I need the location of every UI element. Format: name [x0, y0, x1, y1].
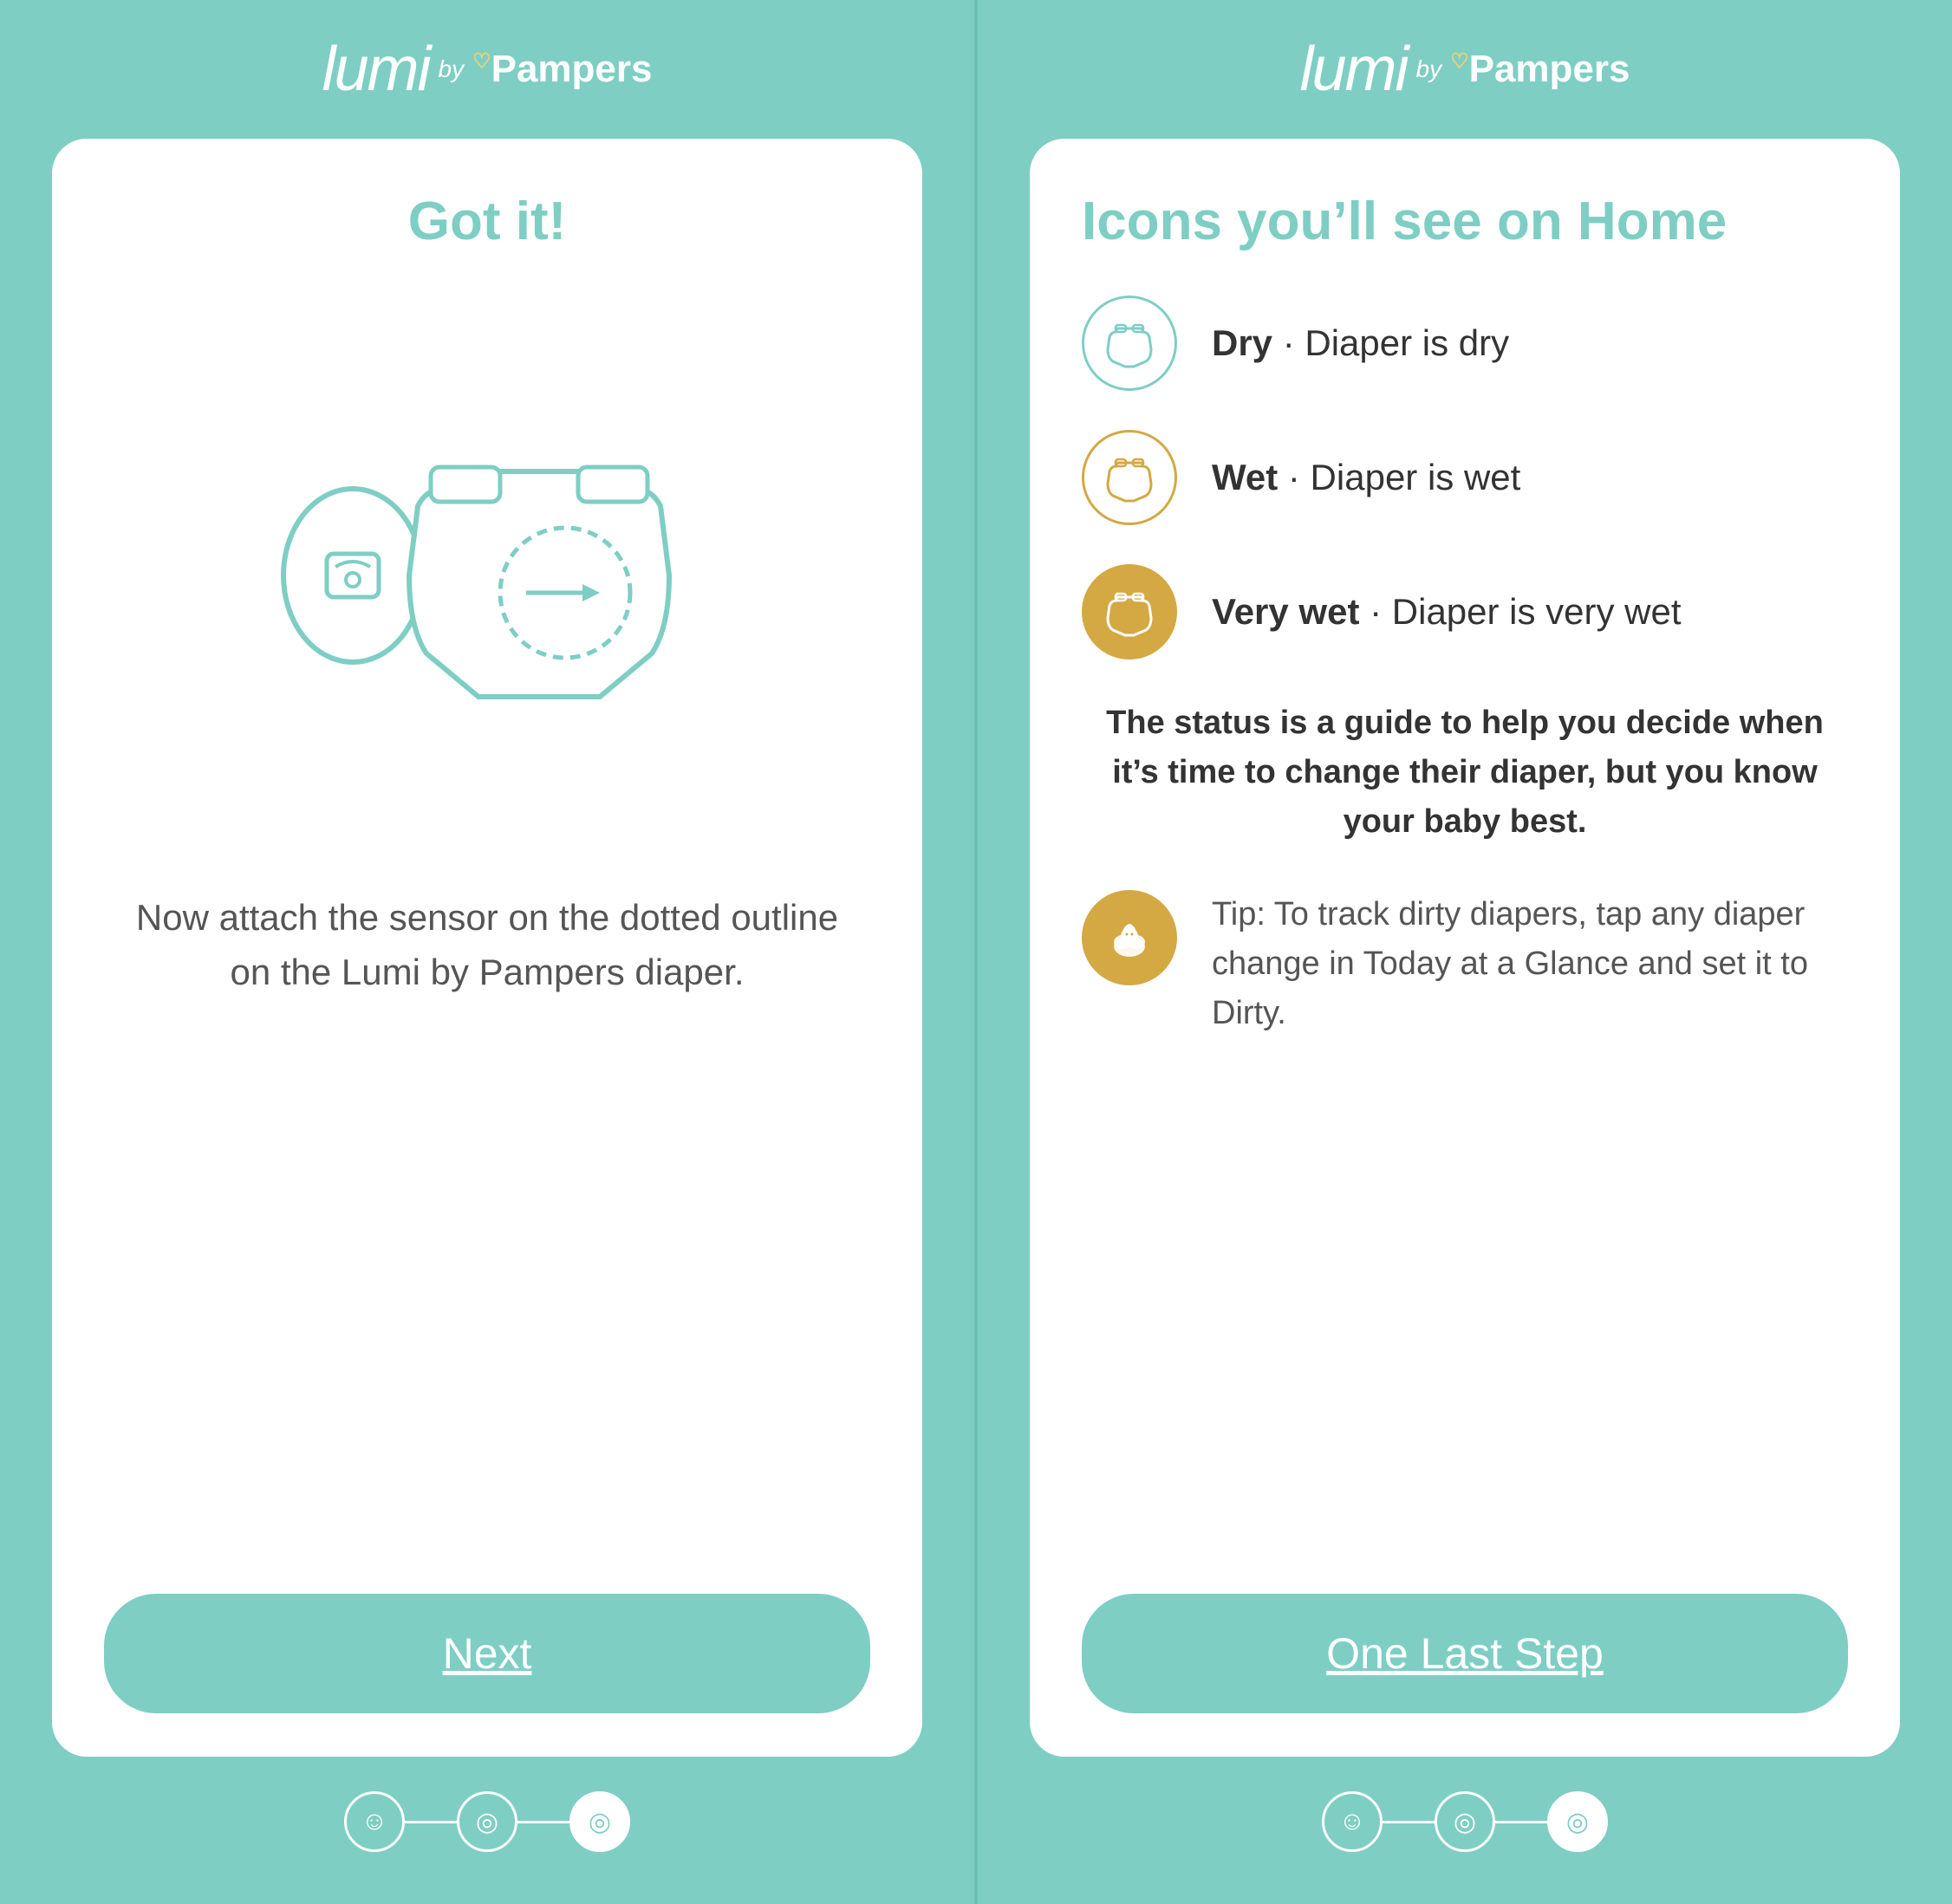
pampers-heart-icon: ♡	[472, 49, 491, 73]
very-wet-icon-row: Very wet · Diaper is very wet	[1082, 564, 1848, 660]
tip-text: Tip: To track dirty diapers, tap any dia…	[1212, 890, 1848, 1038]
right-logo-pampers: ♡Pampers	[1450, 48, 1630, 91]
right-stepper: ☺ ◎ ◎	[1322, 1791, 1608, 1852]
step-line-1	[405, 1821, 457, 1823]
left-card-title: Got it!	[104, 191, 870, 252]
step-line-2	[517, 1821, 569, 1823]
sensor-icon: ◎	[476, 1807, 498, 1837]
baby-icon: ☺	[361, 1807, 388, 1836]
wet-label: Wet · Diaper is wet	[1212, 457, 1520, 498]
very-wet-label: Very wet · Diaper is very wet	[1212, 591, 1682, 633]
left-logo-by: by	[439, 55, 465, 83]
right-step-line-1	[1383, 1821, 1435, 1823]
tip-row: Tip: To track dirty diapers, tap any dia…	[1082, 890, 1848, 1038]
status-note: The status is a guide to help you decide…	[1082, 699, 1848, 847]
one-last-step-button[interactable]: One Last Step	[1082, 1594, 1848, 1713]
next-button[interactable]: Next	[104, 1594, 870, 1713]
camera-icon: ◎	[589, 1807, 611, 1837]
right-step-camera: ◎	[1547, 1791, 1608, 1852]
step-camera: ◎	[569, 1791, 630, 1852]
very-wet-icon-circle	[1082, 564, 1177, 660]
right-baby-icon: ☺	[1339, 1807, 1366, 1836]
wet-icon-circle	[1082, 430, 1177, 525]
left-card-description: Now attach the sensor on the dotted outl…	[104, 890, 870, 999]
left-stepper: ☺ ◎ ◎	[344, 1791, 630, 1852]
diaper-illustration	[104, 296, 870, 838]
step-baby: ☺	[344, 1791, 405, 1852]
right-pampers-heart-icon: ♡	[1450, 49, 1469, 73]
tip-icon-circle	[1082, 890, 1177, 985]
left-logo-lumi: lumi	[322, 34, 430, 105]
left-screen: lumi by ♡Pampers Got it!	[0, 0, 974, 1904]
dry-icon-circle	[1082, 296, 1177, 391]
right-logo: lumi by ♡Pampers	[1300, 35, 1630, 104]
right-sensor-icon: ◎	[1454, 1807, 1476, 1837]
left-logo: lumi by ♡Pampers	[322, 35, 653, 104]
left-logo-pampers: ♡Pampers	[472, 48, 652, 91]
wet-icon-row: Wet · Diaper is wet	[1082, 430, 1848, 525]
step-sensor: ◎	[457, 1791, 517, 1852]
right-card-title: Icons you’ll see on Home	[1082, 191, 1848, 252]
left-card: Got it!	[52, 139, 922, 1757]
right-camera-icon: ◎	[1566, 1807, 1589, 1837]
right-card: Icons you’ll see on Home Dry · Diaper is…	[1030, 139, 1900, 1757]
right-step-baby: ☺	[1322, 1791, 1383, 1852]
right-logo-by: by	[1416, 55, 1442, 83]
right-screen: lumi by ♡Pampers Icons you’ll see on Hom…	[978, 0, 1952, 1904]
right-step-sensor: ◎	[1435, 1791, 1495, 1852]
right-step-line-2	[1495, 1821, 1547, 1823]
dry-icon-row: Dry · Diaper is dry	[1082, 296, 1848, 391]
dry-label: Dry · Diaper is dry	[1212, 322, 1509, 364]
right-logo-lumi: lumi	[1300, 34, 1408, 105]
